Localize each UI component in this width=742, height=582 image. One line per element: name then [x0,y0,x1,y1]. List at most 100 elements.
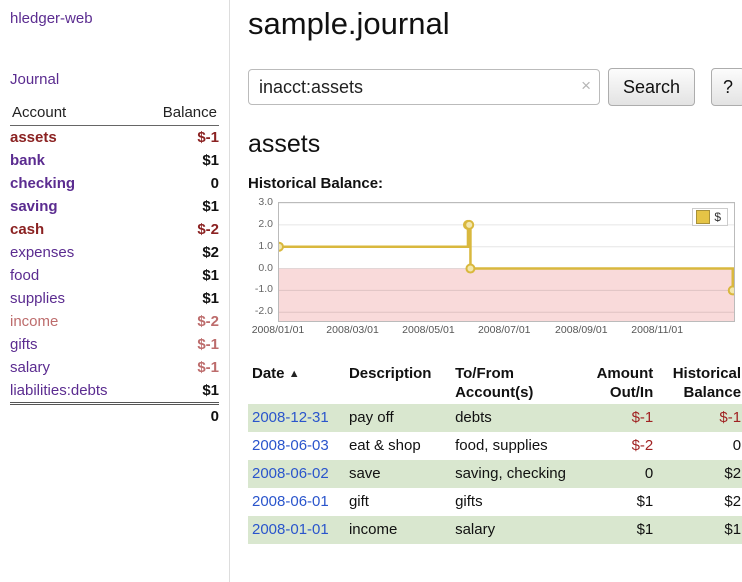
transaction-description: pay off [345,404,451,432]
account-row: salary$-1 [10,356,219,379]
chart-svg [279,203,734,321]
transaction-date-link[interactable]: 2008-01-01 [248,516,345,544]
search-input[interactable] [248,69,600,105]
transaction-balance: $2 [657,460,742,488]
account-link-checking[interactable]: checking [10,172,141,195]
col-balance: Historical Balance [657,362,742,404]
accounts-header-account: Account [10,102,141,126]
account-balance: $1 [141,264,219,287]
account-balance: $1 [141,149,219,172]
chart-y-axis: 3.02.01.00.0-1.0-2.0 [248,202,276,320]
account-link-assets[interactable]: assets [10,126,141,150]
transaction-amount: $-1 [584,404,657,432]
x-tick-label: 2008/11/01 [631,324,683,336]
account-link-income[interactable]: income [10,310,141,333]
account-link-salary[interactable]: salary [10,356,141,379]
col-accounts: To/From Account(s) [451,362,584,404]
search-bar: × Search ? [248,68,742,106]
account-balance: 0 [141,172,219,195]
col-balance-label-1: Historical [661,364,741,383]
col-date[interactable]: Date ▲ [248,362,345,404]
search-box: × [248,69,600,105]
account-row: saving$1 [10,195,219,218]
transaction-accounts: food, supplies [451,432,584,460]
x-tick-label: 2008/03/01 [326,324,379,336]
account-link-cash[interactable]: cash [10,218,141,241]
y-tick-label: 0.0 [258,262,273,274]
x-tick-label: 2008/01/01 [252,324,305,336]
account-row: cash$-2 [10,218,219,241]
accounts-total-spacer [10,404,141,429]
account-balance: $-1 [141,356,219,379]
account-row: bank$1 [10,149,219,172]
chart-plot: $ [278,202,735,322]
chart-title: Historical Balance: [248,175,742,192]
account-row: assets$-1 [10,126,219,150]
account-balance: $-1 [141,126,219,150]
help-button[interactable]: ? [711,68,742,106]
accounts-total: 0 [141,404,219,429]
legend-label: $ [714,210,721,224]
transaction-row: 2008-06-01giftgifts$1$2 [248,488,742,516]
account-balance: $2 [141,241,219,264]
transaction-date-link[interactable]: 2008-12-31 [248,404,345,432]
account-balance: $1 [141,379,219,404]
account-link-supplies[interactable]: supplies [10,287,141,310]
col-balance-label-2: Balance [661,383,741,402]
y-tick-label: -2.0 [255,305,273,317]
chart-legend: $ [692,208,728,226]
transaction-description: save [345,460,451,488]
app-root: hledger-web Journal Account Balance asse… [0,0,742,582]
col-description: Description [345,362,451,404]
transaction-accounts: debts [451,404,584,432]
accounts-header-row: Account Balance [10,102,219,126]
nav-journal-link[interactable]: Journal [10,71,219,88]
account-link-gifts[interactable]: gifts [10,333,141,356]
account-row: liabilities:debts$1 [10,379,219,404]
account-link-bank[interactable]: bank [10,149,141,172]
legend-swatch-icon [696,210,710,224]
account-link-food[interactable]: food [10,264,141,287]
clear-search-icon[interactable]: × [581,76,591,96]
col-accounts-label-1: To/From [455,364,580,383]
col-description-label: Description [349,365,432,382]
transaction-date-link[interactable]: 2008-06-02 [248,460,345,488]
account-row: gifts$-1 [10,333,219,356]
y-tick-label: 1.0 [258,240,273,252]
accounts-header-balance: Balance [141,102,219,126]
page-title: sample.journal [248,6,742,42]
account-row: income$-2 [10,310,219,333]
y-tick-label: 3.0 [258,196,273,208]
transaction-balance: $1 [657,516,742,544]
account-link-liabilities:debts[interactable]: liabilities:debts [10,379,141,404]
account-balance: $1 [141,195,219,218]
transaction-date-link[interactable]: 2008-06-03 [248,432,345,460]
col-amount: Amount Out/In [584,362,657,404]
account-row: supplies$1 [10,287,219,310]
account-balance: $-2 [141,218,219,241]
accounts-table-body: assets$-1bank$1checking0saving$1cash$-2e… [10,126,219,404]
transaction-date-link[interactable]: 2008-06-01 [248,488,345,516]
x-tick-label: 2008/09/01 [555,324,608,336]
transaction-row: 2008-06-02savesaving, checking0$2 [248,460,742,488]
accounts-total-row: 0 [10,404,219,429]
search-button[interactable]: Search [608,68,695,106]
register-table: Date ▲ Description To/From Account(s) Am… [248,362,742,544]
app-title-link[interactable]: hledger-web [10,10,219,27]
register-table-body: 2008-12-31pay offdebts$-1$-12008-06-03ea… [248,404,742,544]
transaction-accounts: salary [451,516,584,544]
sidebar: hledger-web Journal Account Balance asse… [0,0,230,582]
transaction-description: income [345,516,451,544]
col-amount-label-1: Amount [588,364,653,383]
sort-asc-icon: ▲ [289,368,300,380]
account-link-saving[interactable]: saving [10,195,141,218]
transaction-balance: $2 [657,488,742,516]
accounts-table: Account Balance assets$-1bank$1checking0… [10,102,219,428]
y-tick-label: 2.0 [258,218,273,230]
account-link-expenses[interactable]: expenses [10,241,141,264]
y-tick-label: -1.0 [255,283,273,295]
transaction-amount: $-2 [584,432,657,460]
x-tick-label: 2008/07/01 [478,324,531,336]
account-row: checking0 [10,172,219,195]
historical-balance-chart: 3.02.01.00.0-1.0-2.0 $ 2008/01/012008/03… [248,202,742,346]
